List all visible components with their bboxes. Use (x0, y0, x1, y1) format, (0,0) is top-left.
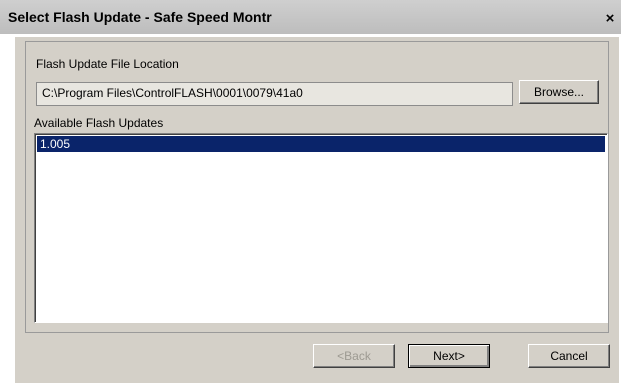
list-item[interactable]: 1.005 (37, 136, 605, 152)
title-bar: Select Flash Update - Safe Speed Montr × (0, 0, 621, 34)
file-location-field[interactable]: C:\Program Files\ControlFLASH\0001\0079\… (36, 82, 513, 106)
updates-listbox[interactable]: 1.005 (34, 133, 608, 323)
file-location-label: Flash Update File Location (36, 57, 179, 71)
cancel-button[interactable]: Cancel (528, 344, 610, 368)
close-icon[interactable]: × (602, 11, 618, 27)
next-button[interactable]: Next> (408, 344, 490, 368)
available-updates-label: Available Flash Updates (34, 116, 164, 130)
window-title: Select Flash Update - Safe Speed Montr (8, 9, 272, 25)
back-button[interactable]: <Back (313, 344, 395, 368)
dialog-body: Flash Update File Location C:\Program Fi… (15, 37, 619, 383)
browse-button[interactable]: Browse... (519, 80, 599, 104)
